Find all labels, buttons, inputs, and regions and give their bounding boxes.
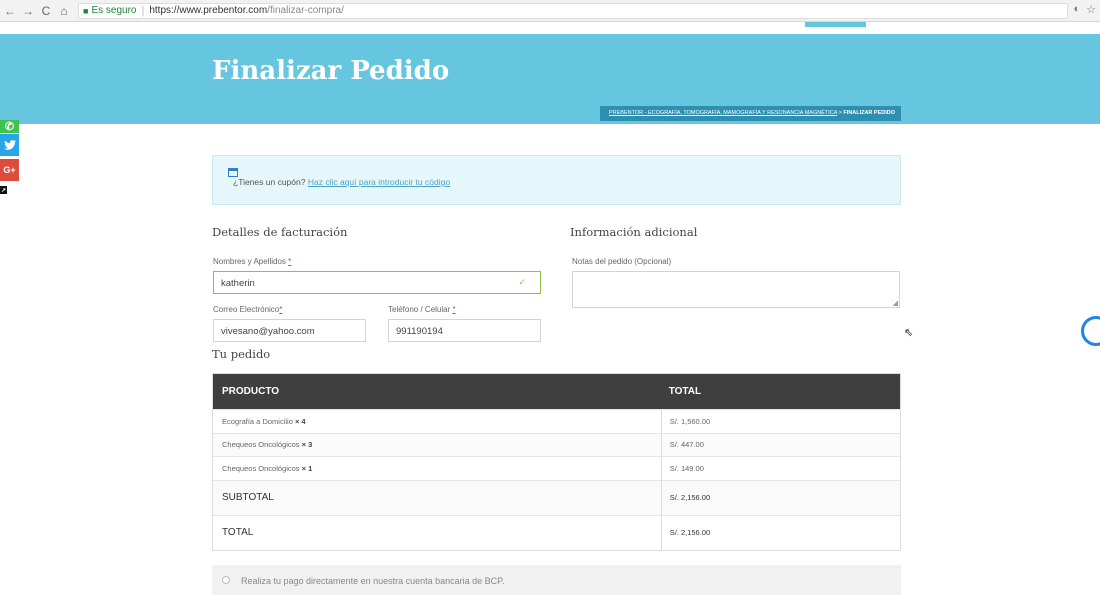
table-row: Ecografía a Domicilio × 4 S/. 1,560.00 xyxy=(213,409,900,433)
url-path: /finalizar-compra/ xyxy=(267,5,344,16)
email-field[interactable]: vivesano@yahoo.com xyxy=(213,319,366,342)
required-marker: * xyxy=(279,305,283,314)
name-field[interactable]: katherin ✓ xyxy=(213,271,541,294)
total-label: TOTAL xyxy=(222,527,254,538)
product-column-header: PRODUCTO xyxy=(222,386,280,397)
total-value: S/. 2,156.00 xyxy=(660,515,900,550)
order-notes-field[interactable]: ◢ xyxy=(572,271,900,308)
subtotal-value: S/. 2,156.00 xyxy=(660,480,900,515)
coupon-text: ¿Tienes un cupón? Haz clic aquí para int… xyxy=(233,177,450,187)
email-label-text: Correo Electrónico xyxy=(213,305,280,314)
mouse-cursor-icon: ⇖ xyxy=(904,327,914,339)
table-row: Chequeos Oncológicos × 1 S/. 149.00 xyxy=(213,456,900,480)
product-quantity: × 4 xyxy=(294,416,306,426)
required-marker: * xyxy=(452,305,456,314)
order-table: PRODUCTO TOTAL Ecografía a Domicilio × 4… xyxy=(212,373,901,551)
page-title: Finalizar Pedido xyxy=(212,56,450,86)
name-label: Nombres y Apellidos * xyxy=(213,257,291,266)
product-name: Ecografía a Domicilio xyxy=(222,416,293,426)
product-total: S/. 149.00 xyxy=(660,457,900,480)
email-label: Correo Electrónico* xyxy=(213,305,282,314)
notes-label: Notas del pedido (Opcional) xyxy=(572,257,672,266)
billing-title: Detalles de facturación xyxy=(212,225,348,239)
home-icon[interactable]: ⌂ xyxy=(56,4,72,18)
additional-info-title: Información adicional xyxy=(570,225,698,239)
name-value: katherin xyxy=(221,278,255,289)
resize-handle-icon[interactable]: ◢ xyxy=(893,299,898,307)
bcp-payment-label: Realiza tu pago directamente en nuestra … xyxy=(241,576,505,586)
product-cell: Ecografía a Domicilio × 4 xyxy=(213,417,661,426)
subtotal-label: SUBTOTAL xyxy=(222,492,274,503)
share-icon[interactable]: ↗ xyxy=(0,186,7,194)
address-separator: | xyxy=(141,4,145,17)
secure-label: Es seguro xyxy=(91,5,137,16)
product-cell: Chequeos Oncológicos × 1 xyxy=(213,464,661,473)
bcp-payment-radio[interactable] xyxy=(222,576,230,584)
phone-label: Teléfono / Celular * xyxy=(388,305,456,314)
product-quantity: × 3 xyxy=(301,440,313,450)
toolbar-icons: ◐ ☆ xyxy=(1073,3,1096,16)
product-cell: Chequeos Oncológicos × 3 xyxy=(213,440,661,449)
breadcrumb-home-link[interactable]: PREBENTOR - ECOGRAFÍA, TOMOGRAFÍA, MAMOG… xyxy=(609,110,837,116)
table-row: Chequeos Oncológicos × 3 S/. 447.00 xyxy=(213,432,900,456)
bookmark-star-icon[interactable]: ☆ xyxy=(1086,3,1096,16)
twitter-bird-icon xyxy=(3,140,16,150)
phone-field[interactable]: 991190194 xyxy=(388,319,541,342)
check-icon: ✓ xyxy=(518,277,526,287)
email-value: vivesano@yahoo.com xyxy=(221,326,315,337)
page-header xyxy=(0,34,1100,124)
product-name: Chequeos Oncológicos xyxy=(222,463,300,473)
name-label-text: Nombres y Apellidos xyxy=(213,257,286,266)
coupon-link[interactable]: Haz clic aquí para introducir tu código xyxy=(308,177,450,187)
twitter-share-icon[interactable] xyxy=(0,134,19,156)
browser-toolbar: ← → C ⌂ ■ Es seguro | https://www.preben… xyxy=(0,0,1100,22)
address-bar[interactable]: ■ Es seguro | https://www.prebentor.com/… xyxy=(78,2,1068,19)
phone-label-text: Teléfono / Celular xyxy=(388,305,451,314)
total-row: TOTAL S/. 2,156.00 xyxy=(213,514,900,550)
menu-active-indicator xyxy=(805,22,866,27)
messenger-chat-icon[interactable] xyxy=(1081,316,1100,346)
lock-icon: ■ xyxy=(83,5,89,16)
coupon-question: ¿Tienes un cupón? xyxy=(233,177,306,187)
calendar-icon xyxy=(228,168,238,177)
back-icon[interactable]: ← xyxy=(2,4,18,18)
total-column-header: TOTAL xyxy=(668,386,702,397)
order-table-header: PRODUCTO TOTAL xyxy=(213,374,900,409)
product-total: S/. 447.00 xyxy=(660,433,900,456)
reload-icon[interactable]: C xyxy=(38,4,54,18)
breadcrumb: PREBENTOR - ECOGRAFÍA, TOMOGRAFÍA, MAMOG… xyxy=(600,106,901,121)
url-host: https://www.prebentor.com xyxy=(149,5,268,16)
product-quantity: × 1 xyxy=(301,463,313,473)
subtotal-row: SUBTOTAL S/. 2,156.00 xyxy=(213,479,900,515)
forward-icon[interactable]: → xyxy=(20,4,36,18)
product-total: S/. 1,560.00 xyxy=(660,410,900,433)
required-marker: * xyxy=(288,257,292,266)
breadcrumb-current: FINALIZAR PEDIDO xyxy=(843,110,896,116)
product-name: Chequeos Oncológicos xyxy=(222,440,300,450)
whatsapp-share-icon[interactable]: ✆ xyxy=(0,120,19,133)
url-text: https://www.prebentor.com/finalizar-comp… xyxy=(149,5,344,16)
payment-methods: Realiza tu pago directamente en nuestra … xyxy=(212,565,901,595)
phone-value: 991190194 xyxy=(396,326,443,337)
extension-icon[interactable]: ◐ xyxy=(1073,3,1080,16)
order-title: Tu pedido xyxy=(212,347,271,361)
google-plus-share-icon[interactable]: G+ xyxy=(0,159,19,181)
coupon-notice: ¿Tienes un cupón? Haz clic aquí para int… xyxy=(212,155,901,205)
